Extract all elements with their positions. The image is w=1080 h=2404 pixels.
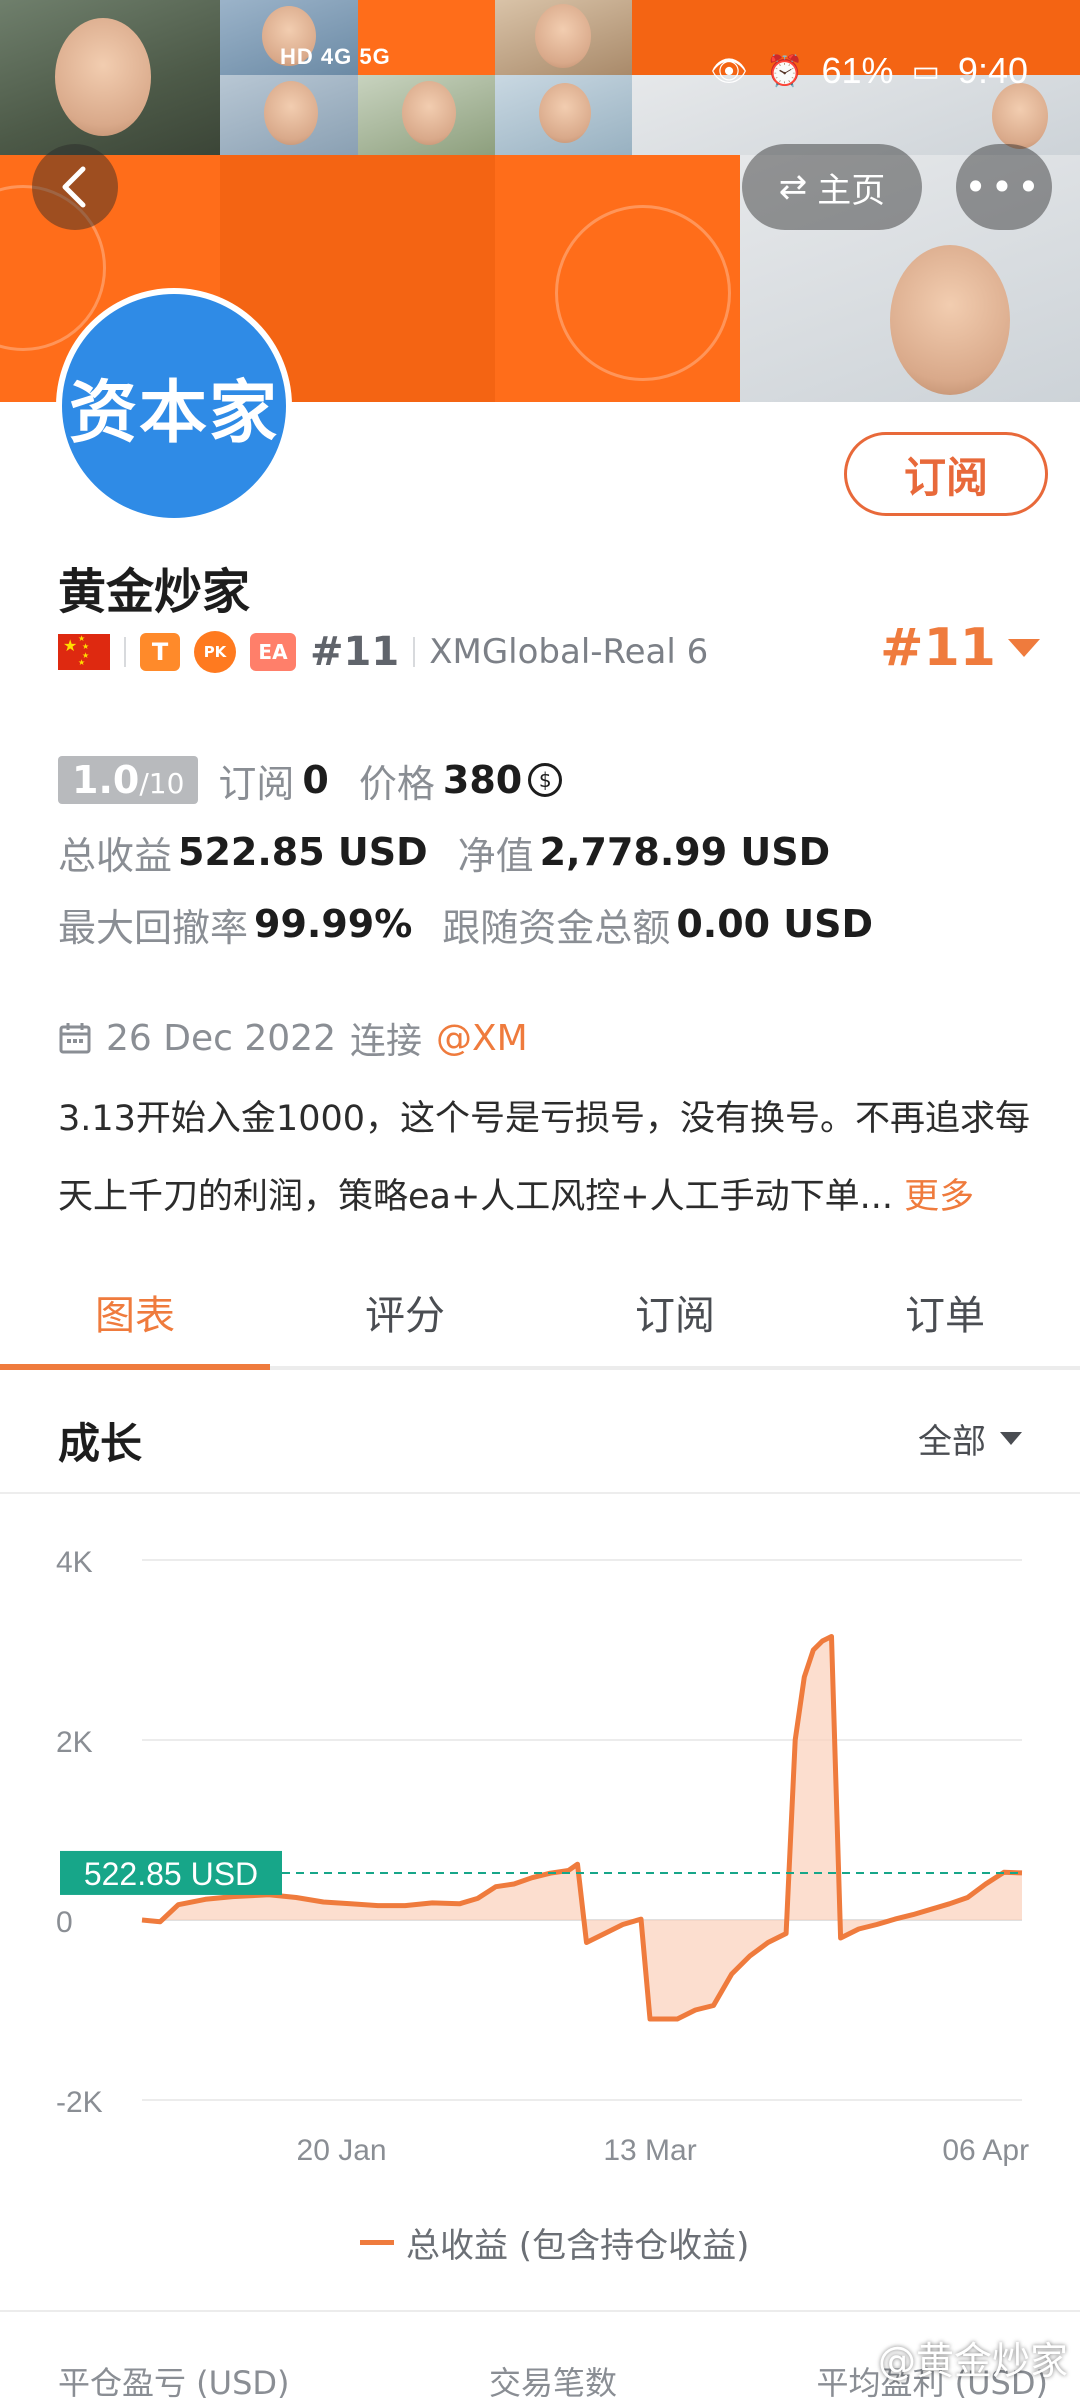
caret-down-icon <box>1007 639 1040 657</box>
connect-date: 26 Dec 2022 <box>106 1017 336 1059</box>
tab-orders[interactable]: 订单 <box>810 1258 1080 1366</box>
x-tick-label: 13 Mar <box>603 2134 696 2167</box>
divider <box>124 637 126 667</box>
legend-label: 总收益 (包含持仓收益) <box>406 2226 750 2266</box>
battery-icon: ▭ <box>911 54 940 88</box>
growth-chart: 4K 2K 0 -2K 20 Jan 13 Mar 06 Apr 522.85 USD <box>0 1500 1080 2220</box>
total-profit-value: 522.85 USD <box>178 830 428 874</box>
more-button[interactable]: ••• <box>956 144 1052 230</box>
tab-chart[interactable]: 图表 <box>0 1258 270 1370</box>
calendar-icon <box>59 1023 91 1054</box>
y-tick-label: 0 <box>56 1906 73 1939</box>
description-text: 3.13开始入金1000，这个号是亏损号，没有换号。不再追求每天上千刀的利润，策… <box>58 1099 1031 1217</box>
growth-title: 成长 <box>58 1419 143 1468</box>
back-button[interactable] <box>32 144 118 230</box>
rank-label: #11 <box>310 629 400 675</box>
max-drawdown-value: 99.99% <box>254 902 413 946</box>
y-tick-label: 4K <box>56 1546 93 1579</box>
rank-value: #11 <box>880 618 996 678</box>
more-link[interactable]: 更多 <box>904 1177 974 1217</box>
range-filter[interactable]: 全部 <box>918 1414 1022 1463</box>
watermark: @黄金炒家 <box>877 2339 1068 2383</box>
tab-subscribe[interactable]: 订阅 <box>540 1258 810 1366</box>
growth-chart-svg: 4K 2K 0 -2K 20 Jan 13 Mar 06 Apr 522.85 USD <box>56 1546 1029 2167</box>
score-badge: 1.0/10 <box>58 756 199 804</box>
equity-value: 2,778.99 USD <box>539 830 831 874</box>
switch-icon: ⇄ <box>778 167 808 207</box>
badge-t-icon[interactable]: T <box>140 633 180 671</box>
server-name: XMGlobal-Real 6 <box>429 632 709 672</box>
x-tick-label: 20 Jan <box>297 2134 387 2167</box>
subscribe-count-label: 订阅 <box>218 761 295 806</box>
series-area <box>142 1636 1022 2019</box>
eye-icon: 👁 <box>710 54 749 88</box>
divider <box>413 637 416 667</box>
clock: 9:40 <box>957 50 1028 91</box>
tab-rating[interactable]: 评分 <box>270 1258 540 1366</box>
banner-tile <box>495 155 740 402</box>
battery-percent: 61% <box>821 50 894 91</box>
price-value: 380 <box>442 758 523 802</box>
follow-funds-value: 0.00 USD <box>676 902 874 946</box>
closed-pnl-label: 平仓盈亏 (USD) <box>58 2364 290 2402</box>
legend-swatch <box>360 2240 394 2245</box>
badge-pk-icon[interactable]: PK <box>194 631 236 673</box>
growth-header: 成长 全部 <box>0 1380 1080 1494</box>
subscribe-count-value: 0 <box>302 758 329 802</box>
alarm-icon: ⏰ <box>766 54 804 88</box>
range-filter-label: 全部 <box>918 1422 986 1462</box>
stats-block: 1.0/10 订阅 0 价格 380 $ 总收益 522.85 USD 净值 2… <box>58 744 1038 960</box>
coin-icon: $ <box>528 763 563 797</box>
china-flag-icon: ★ ★ ★ ★ ★ <box>58 634 110 670</box>
tab-bar: 图表 评分 订阅 订单 <box>0 1258 1080 1370</box>
rank-dropdown[interactable]: #11 <box>880 618 1040 678</box>
network-indicator: HD 4G 5G <box>280 44 391 69</box>
home-button[interactable]: ⇄ 主页 <box>742 144 922 230</box>
price-label: 价格 <box>358 761 435 806</box>
trade-count-label: 交易笔数 <box>488 2364 617 2402</box>
subscribe-button[interactable]: 订阅 <box>844 432 1048 516</box>
badge-ea-icon[interactable]: EA <box>250 633 296 671</box>
avatar[interactable]: 资本家 <box>56 288 292 524</box>
badge-row: ★ ★ ★ ★ ★ T PK EA #11 XMGlobal-Real 6 <box>58 629 709 675</box>
chevron-left-icon <box>62 166 86 208</box>
connect-label: 连接 <box>349 1021 422 1062</box>
y-tick-label: 2K <box>56 1726 93 1759</box>
strategy-description: 3.13开始入金1000，这个号是亏损号，没有换号。不再追求每天上千刀的利润，策… <box>58 1080 1048 1236</box>
status-bar: HD 4G 5G 👁 ⏰ 61% ▭ 9:40 <box>0 30 1080 120</box>
broker-link[interactable]: @XM <box>436 1018 528 1059</box>
equity-label: 净值 <box>457 833 534 878</box>
more-icon: ••• <box>964 165 1044 209</box>
x-tick-label: 06 Apr <box>942 2134 1029 2167</box>
series-line <box>141 1634 1023 2022</box>
connection-info: 26 Dec 2022 连接 @XM <box>58 1012 528 1064</box>
y-tick-label: -2K <box>56 2086 103 2119</box>
total-profit-label: 总收益 <box>58 833 173 878</box>
profile-name: 黄金炒家 <box>58 564 251 620</box>
max-drawdown-label: 最大回撤率 <box>58 905 249 950</box>
current-value-label: 522.85 USD <box>84 1856 258 1892</box>
home-label: 主页 <box>817 170 886 211</box>
caret-down-icon <box>1000 1432 1022 1445</box>
follow-funds-label: 跟随资金总额 <box>442 905 671 950</box>
chart-legend[interactable]: 总收益 (包含持仓收益) <box>360 2218 749 2267</box>
